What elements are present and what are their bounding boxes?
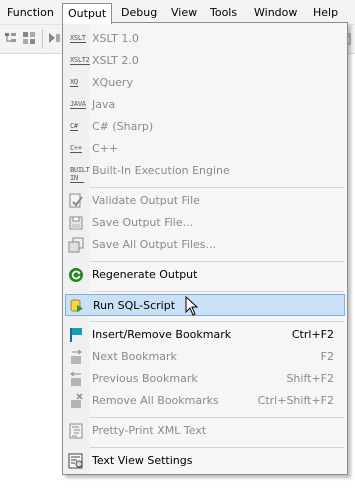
menu-item-xslt2[interactable]: XSLT2 XSLT 2.0 — [65, 50, 345, 72]
toolbar-transform-icon[interactable] — [47, 31, 61, 45]
run-sql-icon — [70, 299, 83, 312]
text-view-settings-icon — [68, 453, 83, 469]
toolbar-grid-icon[interactable] — [22, 31, 36, 45]
validate-check-icon — [69, 193, 83, 208]
menu-item-builtin-engine[interactable]: BUILT IN Built-In Execution Engine — [65, 160, 345, 183]
menu-separator — [90, 447, 344, 448]
menu-tools[interactable]: Tools — [205, 4, 242, 22]
toolbar-tree-icon[interactable] — [4, 31, 18, 45]
menu-item-insert-remove-bookmark[interactable]: Insert/Remove Bookmark Ctrl+F2 — [65, 324, 345, 346]
pretty-print-icon — [69, 423, 83, 439]
menu-item-csharp[interactable]: C# C# (Sharp) — [65, 116, 345, 138]
menu-separator — [90, 261, 344, 262]
java-icon: JAVA — [70, 100, 86, 109]
menu-item-regenerate-output[interactable]: Regenerate Output — [65, 264, 345, 286]
bookmark-flag-icon — [70, 328, 82, 342]
menu-item-save-all-output[interactable]: Save All Output Files... — [65, 234, 345, 256]
menu-item-pretty-print[interactable]: Pretty-Print XML Text — [65, 420, 345, 442]
menu-function[interactable]: Function — [2, 4, 59, 22]
xslt2-icon: XSLT2 — [70, 56, 90, 65]
menu-window[interactable]: Window — [249, 4, 302, 22]
xslt1-icon: XSLT — [70, 34, 86, 43]
menu-item-java[interactable]: JAVA Java — [65, 94, 345, 116]
menu-item-run-sql-script[interactable]: Run SQL-Script — [65, 294, 345, 316]
menu-item-xslt1[interactable]: XSLT XSLT 1.0 — [65, 28, 345, 50]
xquery-icon: XQ — [70, 78, 78, 87]
save-file-icon — [69, 216, 83, 230]
menu-separator — [90, 187, 344, 188]
menu-separator — [90, 291, 344, 292]
menu-item-previous-bookmark[interactable]: Previous Bookmark Shift+F2 — [65, 368, 345, 390]
regenerate-icon — [69, 268, 83, 282]
menu-item-text-view-settings[interactable]: Text View Settings — [65, 450, 345, 472]
mouse-pointer-icon — [185, 296, 199, 316]
previous-bookmark-icon — [70, 371, 81, 386]
menu-separator — [90, 417, 344, 418]
menu-debug[interactable]: Debug — [116, 4, 162, 22]
menu-item-cpp[interactable]: C++ C++ — [65, 138, 345, 160]
menu-item-next-bookmark[interactable]: Next Bookmark F2 — [65, 346, 345, 368]
menu-help[interactable]: Help — [308, 4, 343, 22]
next-bookmark-icon — [71, 349, 82, 364]
csharp-icon: C# — [70, 122, 78, 131]
menu-output[interactable]: Output — [62, 3, 113, 24]
cpp-icon: C++ — [70, 144, 82, 153]
builtin-engine-icon: BUILT IN — [70, 166, 90, 183]
menu-view[interactable]: View — [166, 4, 202, 22]
menu-item-remove-all-bookmarks[interactable]: Remove All Bookmarks Ctrl+Shift+F2 — [65, 390, 345, 412]
menu-item-validate-output[interactable]: Validate Output File — [65, 190, 345, 212]
menu-separator — [90, 321, 344, 322]
save-all-icon — [68, 237, 84, 253]
menu-item-save-output[interactable]: Save Output File... — [65, 212, 345, 234]
menu-item-xquery[interactable]: XQ XQuery — [65, 72, 345, 94]
remove-bookmarks-icon — [71, 393, 83, 408]
output-menu: XSLT XSLT 1.0 XSLT2 XSLT 2.0 XQ XQuery J… — [62, 22, 348, 475]
toolbar-separator — [42, 29, 43, 49]
